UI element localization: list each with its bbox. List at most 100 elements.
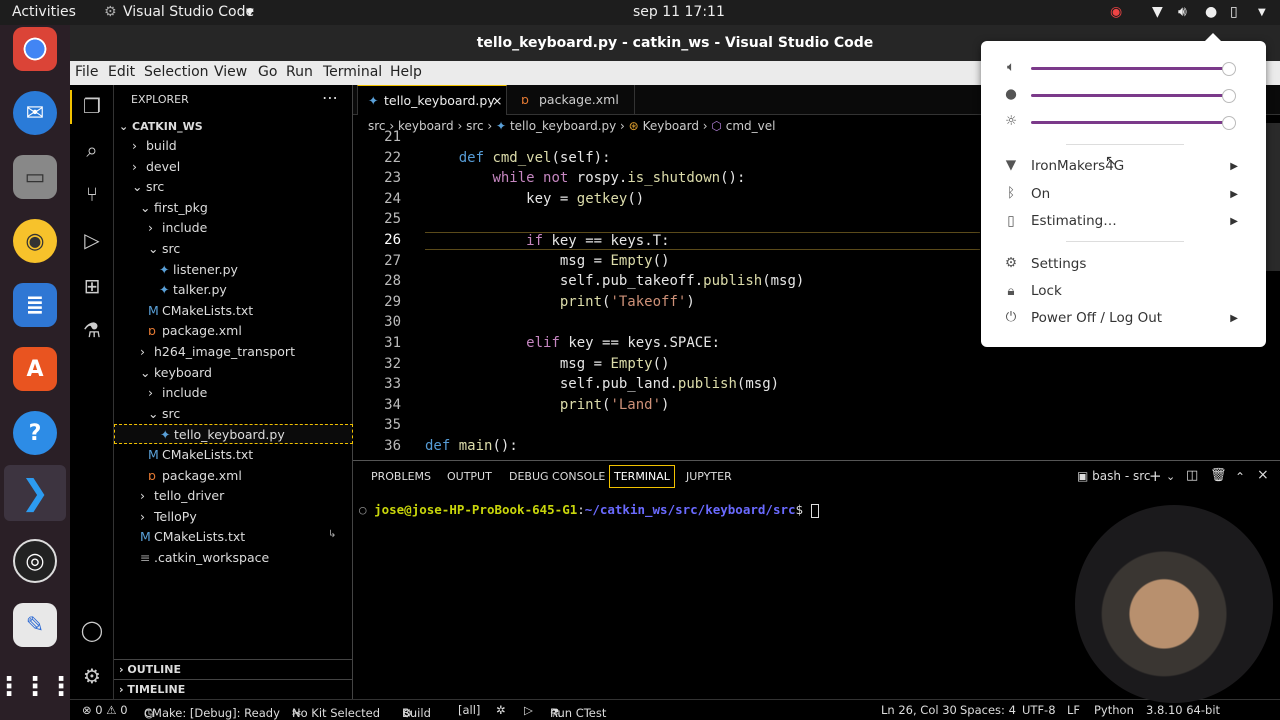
manage-gear-icon[interactable]: ⚙ <box>79 663 105 689</box>
editor-scrollbar[interactable] <box>1266 123 1280 271</box>
mic-slider-knob[interactable] <box>1221 89 1236 103</box>
tree-item[interactable]: › devel <box>114 157 353 177</box>
menu-terminal[interactable]: Terminal <box>323 64 382 80</box>
menu-go[interactable]: Go <box>258 64 277 80</box>
run-icon[interactable]: ▷ <box>524 703 533 717</box>
interpreter[interactable]: 3.8.10 64-bit <box>1146 703 1220 717</box>
tree-item[interactable]: ≡ .catkin_workspace <box>114 548 353 568</box>
code-line: key = getkey() <box>526 190 645 207</box>
obs-icon[interactable]: ◎ <box>13 539 57 583</box>
split-terminal-icon[interactable]: ◫ <box>1186 468 1198 483</box>
cursor-position[interactable]: Ln 26, Col 30 <box>881 703 957 717</box>
tree-item[interactable]: ✦ listener.py <box>114 260 353 280</box>
account-icon[interactable]: ◯ <box>79 617 105 643</box>
breadcrumb[interactable]: src › keyboard › src › ✦ tello_keyboard.… <box>368 119 775 133</box>
brightness-slider-knob[interactable] <box>1221 116 1236 130</box>
tab-package-xml[interactable]: ɒ package.xml <box>509 85 635 115</box>
clock[interactable]: sep 11 17:11 <box>633 4 725 20</box>
text-editor-icon[interactable]: ✎ <box>13 603 57 647</box>
extensions-icon[interactable]: ⊞ <box>79 273 105 299</box>
tree-item-label: src <box>162 405 181 421</box>
menu-run[interactable]: Run <box>286 64 313 80</box>
explorer-icon[interactable]: ❐ <box>79 93 105 119</box>
more-actions-icon[interactable]: ⋯ <box>322 88 338 107</box>
wifi-icon[interactable]: ▼ <box>1152 4 1163 20</box>
thunderbird-icon[interactable]: ✉ <box>13 91 57 135</box>
help-icon[interactable]: ? <box>13 411 57 455</box>
writer-icon[interactable]: ≣ <box>13 283 57 327</box>
volume-slider[interactable] <box>1031 67 1233 70</box>
software-icon[interactable]: A <box>13 347 57 391</box>
rhythmbox-icon[interactable]: ◉ <box>13 219 57 263</box>
tree-item[interactable]: › tello_driver <box>114 486 353 506</box>
app-menu-button[interactable]: Visual Studio Code <box>123 4 254 20</box>
indentation[interactable]: Spaces: 4 <box>960 703 1016 717</box>
activities-button[interactable]: Activities <box>12 4 76 20</box>
language-mode[interactable]: Python <box>1094 703 1134 717</box>
menu-view[interactable]: View <box>214 64 247 80</box>
tab-problems[interactable]: PROBLEMS <box>371 470 431 483</box>
tree-item[interactable]: › include <box>114 218 353 238</box>
chrome-icon[interactable] <box>13 27 57 71</box>
tree-item[interactable]: M CMakeLists.txt <box>114 301 353 321</box>
tree-item[interactable]: ⌄ keyboard <box>114 363 353 383</box>
tree-item-label: .catkin_workspace <box>154 550 270 565</box>
tab-output[interactable]: OUTPUT <box>447 470 492 483</box>
tree-item[interactable]: ⌄ src <box>114 404 353 424</box>
show-apps-icon[interactable]: ⋮⋮⋮ <box>0 665 74 709</box>
build-target[interactable]: [all] <box>458 703 480 717</box>
tree-item[interactable]: M CMakeLists.txt <box>114 445 353 465</box>
outline-section[interactable]: › OUTLINE <box>119 663 181 676</box>
line-number: 36 <box>384 438 401 454</box>
menu-selection[interactable]: Selection <box>144 64 209 80</box>
tree-item[interactable]: ✦ tello_keyboard.py <box>114 424 353 445</box>
menu-help[interactable]: Help <box>390 64 422 80</box>
tree-item[interactable]: ⌄ src <box>114 177 353 197</box>
tree-item[interactable]: › TelloPy <box>114 507 353 527</box>
tab-debug-console[interactable]: DEBUG CONSOLE <box>509 470 605 483</box>
tab-terminal[interactable]: TERMINAL <box>609 465 675 488</box>
terminal-shell-selector[interactable]: ▣ bash - src <box>1077 469 1150 483</box>
tab-jupyter[interactable]: JUPYTER <box>686 470 732 483</box>
mic-icon[interactable]: ● <box>1205 4 1217 20</box>
testing-icon[interactable]: ⚗ <box>79 317 105 343</box>
volume-icon[interactable]: 🔊︎ <box>1178 4 1187 20</box>
close-tab-icon[interactable]: × <box>492 86 502 116</box>
run-debug-icon[interactable]: ▷ <box>79 227 105 253</box>
tree-item[interactable]: ɒ package.xml <box>114 466 353 486</box>
tree-item[interactable]: ɒ package.xml <box>114 321 353 341</box>
battery-icon[interactable]: ▯ <box>1230 4 1238 20</box>
menu-file[interactable]: File <box>75 64 98 80</box>
workspace-root[interactable]: ⌄ CATKIN_WS <box>119 120 203 133</box>
vscode-dock-highlight[interactable]: ❯ <box>4 465 66 521</box>
tree-item[interactable]: › include <box>114 383 353 403</box>
volume-slider-knob[interactable] <box>1221 62 1236 76</box>
brightness-slider[interactable] <box>1031 121 1233 124</box>
search-icon[interactable]: ⌕ <box>79 137 105 163</box>
tree-item[interactable]: ⌄ first_pkg <box>114 198 353 218</box>
chevron-down-icon[interactable]: ⌄ <box>1166 470 1175 483</box>
tree-item[interactable]: ⌄ src <box>114 239 353 259</box>
new-terminal-icon[interactable]: + <box>1149 467 1162 485</box>
system-menu-arrow-icon[interactable]: ▼ <box>1258 7 1266 18</box>
obs-tray-icon[interactable]: ◉ <box>1110 4 1122 20</box>
tree-item[interactable]: › build <box>114 136 353 156</box>
debug-icon[interactable]: ✲ <box>496 703 506 717</box>
eol[interactable]: LF <box>1067 703 1080 717</box>
trash-icon[interactable]: 🗑︎ <box>1210 468 1227 483</box>
mic-slider[interactable] <box>1031 94 1233 97</box>
popup-pointer <box>1205 33 1221 41</box>
timeline-section[interactable]: › TIMELINE <box>119 683 185 696</box>
problems-status[interactable]: ⊗ 0 ⚠ 0 <box>82 703 128 717</box>
terminal-output[interactable]: ○ jose@jose-HP-ProBook-645-G1:~/catkin_w… <box>359 502 819 518</box>
maximize-panel-icon[interactable]: ⌃ <box>1235 470 1245 484</box>
encoding[interactable]: UTF-8 <box>1022 703 1056 717</box>
tree-item[interactable]: M CMakeLists.txt ↳ <box>114 527 353 547</box>
source-control-icon[interactable]: ⑂ <box>79 181 105 207</box>
close-panel-icon[interactable]: × <box>1257 467 1269 483</box>
tab-tello-keyboard[interactable]: ✦ tello_keyboard.py × <box>357 85 507 115</box>
files-icon[interactable]: ▭ <box>13 155 57 199</box>
tree-item[interactable]: ✦ talker.py <box>114 280 353 300</box>
menu-edit[interactable]: Edit <box>108 64 135 80</box>
tree-item[interactable]: › h264_image_transport <box>114 342 353 362</box>
